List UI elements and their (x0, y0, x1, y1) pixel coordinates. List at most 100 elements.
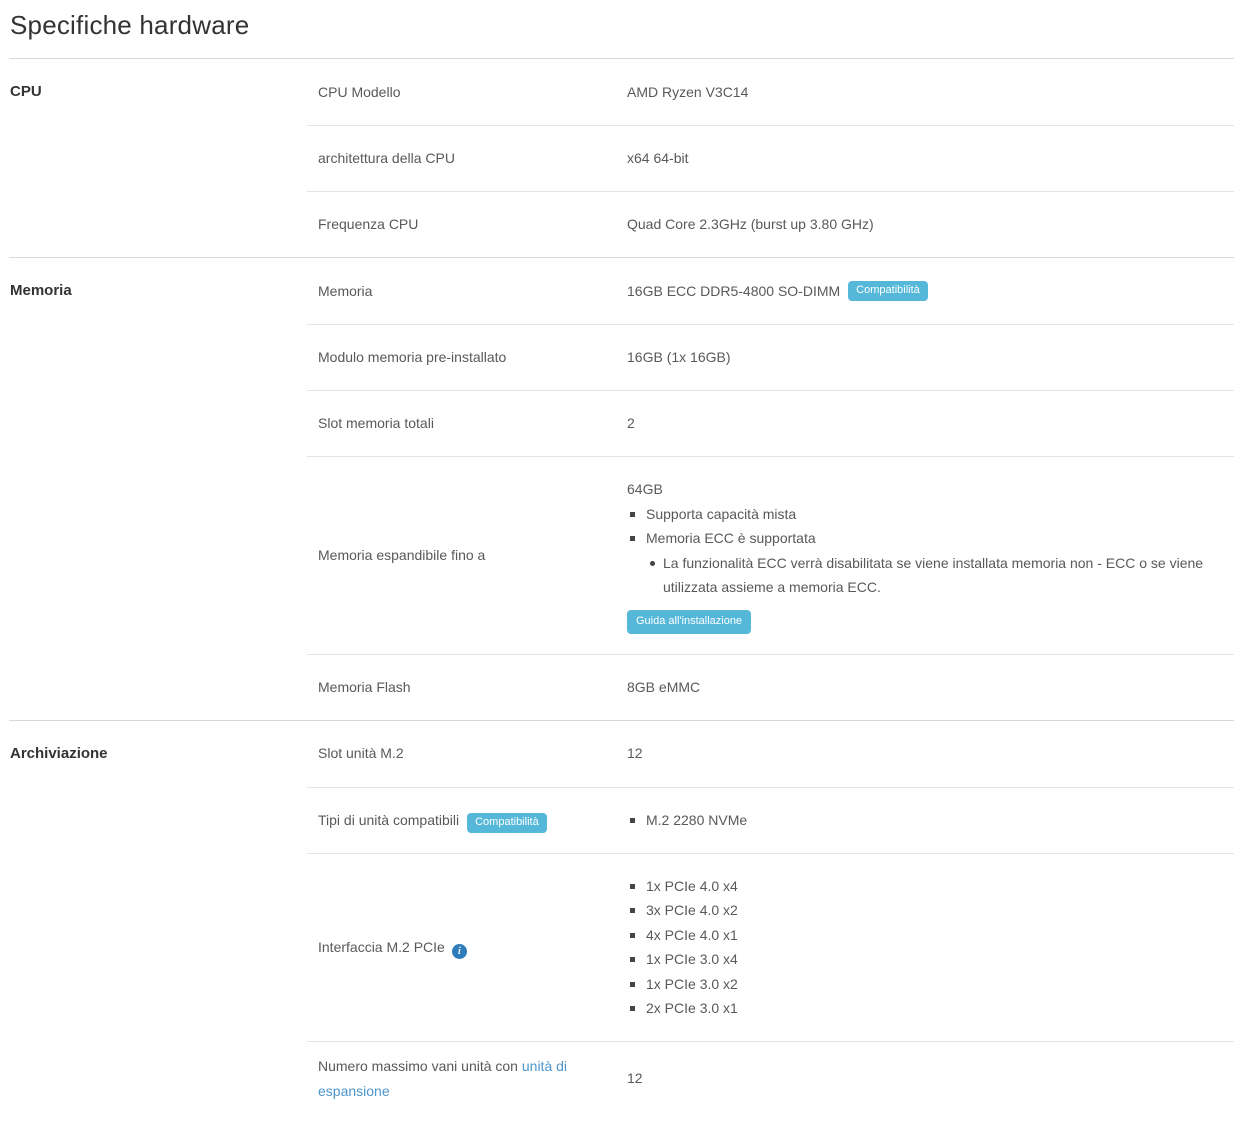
spec-value-text: 16GB (1x 16GB) (627, 345, 731, 370)
spec-label: Numero massimo vani unità con unità di e… (307, 1042, 627, 1116)
spec-row: Memoria Flash8GB eMMC (307, 654, 1234, 720)
spec-label-text: Slot unità M.2 (318, 745, 404, 761)
spec-label-text: Slot memoria totali (318, 415, 434, 431)
compatibility-badge[interactable]: Compatibilità (467, 813, 547, 833)
spec-value: 12 (627, 729, 1234, 778)
list-item: M.2 2280 NVMe (627, 808, 1224, 833)
section-category-label: CPU (9, 59, 307, 257)
spec-value-line: AMD Ryzen V3C14 (627, 80, 1224, 105)
square-bullet-icon (630, 957, 635, 962)
spec-section: CPU CPU Modello AMD Ryzen V3C14 architettur… (9, 58, 1234, 257)
spec-row: Interfaccia M.2 PCIe i 1x PCIe 4.0 x4 3x PC… (307, 853, 1234, 1041)
spec-value: Quad Core 2.3GHz (burst up 3.80 GHz) (627, 200, 1234, 249)
spec-value: x64 64-bit (627, 134, 1234, 183)
spec-value-text: 64GB (627, 477, 663, 502)
spec-value-text: 12 (627, 1066, 643, 1091)
square-bullet-icon (630, 512, 635, 517)
square-bullet-icon (630, 884, 635, 889)
spec-label-text: Memoria espandibile fino a (318, 547, 485, 563)
spec-row: Numero massimo vani unità con unità di e… (307, 1041, 1234, 1116)
spec-value-line: 12 (627, 741, 1224, 766)
spec-label-text: Numero massimo vani unità con (318, 1058, 522, 1074)
section-category-label: Archiviazione (9, 721, 307, 1116)
spec-label: Tipi di unità compatibili Compatibilità (307, 796, 627, 845)
spec-value: 8GB eMMC (627, 663, 1234, 712)
spec-row: Slot unità M.2 12 (307, 721, 1234, 787)
list-item: 1x PCIe 4.0 x4 (627, 874, 1224, 899)
spec-row: Slot memoria totali 2 (307, 390, 1234, 456)
spec-value-text: 8GB eMMC (627, 675, 700, 700)
list-item: Supporta capacità mista (627, 502, 1224, 527)
spec-value-line: 12 (627, 1066, 1224, 1091)
spec-value-line: 8GB eMMC (627, 675, 1224, 700)
spec-value: 2 (627, 399, 1234, 448)
spec-value-line: 16GB (1x 16GB) (627, 345, 1224, 370)
list-item: Memoria ECC è supportata (627, 526, 1224, 551)
spec-value-text: 2 (627, 411, 635, 436)
square-bullet-icon (630, 982, 635, 987)
spec-value-line: Quad Core 2.3GHz (burst up 3.80 GHz) (627, 212, 1224, 237)
spec-value: 16GB (1x 16GB) (627, 333, 1234, 382)
spec-value-list: M.2 2280 NVMe (627, 808, 1224, 833)
list-item-text: M.2 2280 NVMe (646, 812, 747, 828)
spec-value-line: x64 64-bit (627, 146, 1224, 171)
list-item: 2x PCIe 3.0 x1 (627, 996, 1224, 1021)
spec-row: Memoria16GB ECC DDR5-4800 SO-DIMM Compati… (307, 258, 1234, 324)
spec-label-text: Tipi di unità compatibili (318, 812, 459, 828)
spec-label: Memoria (307, 267, 627, 316)
spec-table: CPU CPU Modello AMD Ryzen V3C14 architettur… (9, 58, 1234, 1116)
list-item-text: Memoria ECC è supportata (646, 530, 816, 546)
list-item-text: 1x PCIe 4.0 x4 (646, 878, 738, 894)
list-item: La funzionalità ECC verrà disabilitata s… (627, 551, 1224, 600)
spec-value: 12 (627, 1054, 1234, 1103)
section-rows: Memoria16GB ECC DDR5-4800 SO-DIMM Compati… (307, 258, 1234, 720)
spec-value-line: 64GB (627, 477, 1224, 502)
list-item-text: La funzionalità ECC verrà disabilitata s… (663, 555, 1203, 596)
spec-label-text: CPU Modello (318, 84, 400, 100)
spec-label: Interfaccia M.2 PCIe i (307, 923, 627, 972)
spec-value-line: 2 (627, 411, 1224, 436)
spec-value-line: 16GB ECC DDR5-4800 SO-DIMM Compatibilità (627, 279, 1224, 304)
spec-row: Frequenza CPUQuad Core 2.3GHz (burst up … (307, 191, 1234, 257)
compatibility-badge[interactable]: Compatibilità (848, 281, 928, 301)
page-title: Specifiche hardware (9, 0, 1234, 58)
spec-label-text: architettura della CPU (318, 150, 455, 166)
spec-row: CPU Modello AMD Ryzen V3C14 (307, 59, 1234, 125)
info-icon[interactable]: i (452, 944, 467, 959)
spec-label: Memoria espandibile fino a (307, 531, 627, 580)
section-rows: CPU Modello AMD Ryzen V3C14 architettura d… (307, 59, 1234, 257)
square-bullet-icon (630, 1006, 635, 1011)
spec-value-text: Quad Core 2.3GHz (burst up 3.80 GHz) (627, 212, 874, 237)
spec-label: Slot unità M.2 (307, 729, 627, 778)
spec-value-text: 12 (627, 741, 643, 766)
spec-value-text: 16GB ECC DDR5-4800 SO-DIMM (627, 279, 840, 304)
install-guide-button[interactable]: Guida all'installazione (627, 610, 751, 634)
spec-label: CPU Modello (307, 68, 627, 117)
spec-value: 16GB ECC DDR5-4800 SO-DIMM Compatibilità (627, 267, 1234, 316)
list-item-text: 1x PCIe 3.0 x2 (646, 976, 738, 992)
spec-value-text: x64 64-bit (627, 146, 688, 171)
list-item: 1x PCIe 3.0 x2 (627, 972, 1224, 997)
list-item: 4x PCIe 4.0 x1 (627, 923, 1224, 948)
spec-label: Modulo memoria pre-installato (307, 333, 627, 382)
spec-value: 64GBSupporta capacità mista Memoria ECC è… (627, 457, 1234, 654)
spec-label: Frequenza CPU (307, 200, 627, 249)
spec-section: MemoriaMemoria16GB ECC DDR5-4800 SO-DIMM… (9, 257, 1234, 720)
section-category-label: Memoria (9, 258, 307, 720)
spec-value-list: 1x PCIe 4.0 x4 3x PCIe 4.0 x2 4x PCIe 4.0 … (627, 874, 1224, 1021)
spec-value-list: Supporta capacità mista Memoria ECC è sup… (627, 502, 1224, 600)
spec-value-text: AMD Ryzen V3C14 (627, 80, 748, 105)
spec-value: AMD Ryzen V3C14 (627, 68, 1234, 117)
spec-label-text: Interfaccia M.2 PCIe (318, 939, 445, 955)
spec-row: Memoria espandibile fino a 64GBSupporta c… (307, 456, 1234, 654)
spec-page: Specifiche hardware CPU CPU Modello AMD Ry… (0, 0, 1252, 1136)
list-item-text: 3x PCIe 4.0 x2 (646, 902, 738, 918)
spec-row: architettura della CPU x64 64-bit (307, 125, 1234, 191)
spec-row: Modulo memoria pre-installato16GB (1x 16… (307, 324, 1234, 390)
square-bullet-icon (630, 536, 635, 541)
spec-label: Memoria Flash (307, 663, 627, 712)
list-item: 1x PCIe 3.0 x4 (627, 947, 1224, 972)
list-item-text: 1x PCIe 3.0 x4 (646, 951, 738, 967)
square-bullet-icon (630, 908, 635, 913)
list-item-text: 2x PCIe 3.0 x1 (646, 1000, 738, 1016)
